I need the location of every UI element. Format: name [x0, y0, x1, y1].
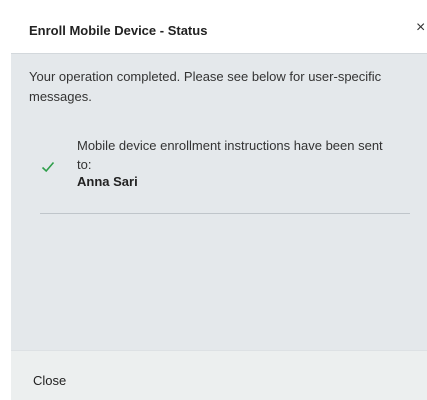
close-button[interactable]: Close [33, 373, 66, 388]
divider [40, 213, 410, 214]
close-icon[interactable]: × [416, 20, 425, 36]
message-user-name: Anna Sari [77, 174, 138, 189]
checkmark-icon [41, 161, 55, 173]
message-text: Mobile device enrollment instructions ha… [77, 138, 383, 172]
enroll-status-dialog: Enroll Mobile Device - Status × Your ope… [11, 10, 427, 400]
dialog-footer: Close [11, 350, 427, 400]
dialog-body: Your operation completed. Please see bel… [11, 54, 427, 350]
dialog-title: Enroll Mobile Device - Status [29, 23, 208, 38]
dialog-header: Enroll Mobile Device - Status × [11, 10, 427, 54]
operation-summary: Your operation completed. Please see bel… [29, 69, 382, 104]
